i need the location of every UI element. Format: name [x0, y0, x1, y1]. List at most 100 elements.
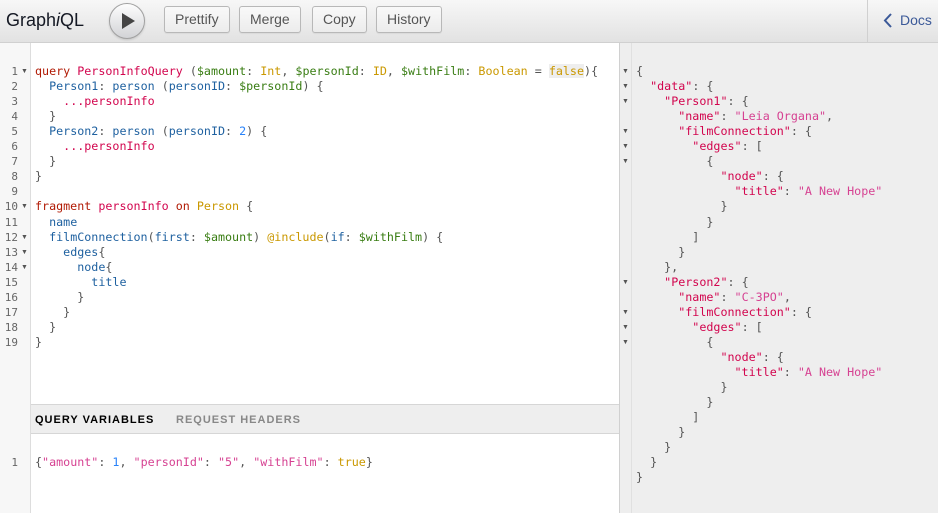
fold-arrow-icon[interactable]: ▼	[21, 245, 28, 260]
code-token: (	[182, 64, 197, 78]
fold-arrow-icon[interactable]: ▼	[622, 139, 629, 154]
prettify-button[interactable]: Prettify	[164, 6, 230, 33]
code-line[interactable]: name	[35, 215, 77, 230]
line-number: 8	[11, 170, 18, 184]
line-number: 10	[4, 200, 18, 214]
fold-arrow-icon[interactable]: ▼	[622, 335, 629, 350]
fold-arrow-icon[interactable]: ▼	[21, 230, 28, 245]
result-line: "Person1": {	[636, 94, 748, 109]
result-line: "node": {	[636, 350, 783, 365]
code-token: },	[636, 259, 679, 274]
code-line[interactable]: }	[35, 320, 56, 335]
line-number: 2	[11, 80, 18, 94]
result-line: },	[636, 260, 678, 275]
code-line[interactable]: fragment personInfo on Person {	[35, 199, 253, 214]
code-line[interactable]: edges{	[35, 245, 105, 260]
code-token: }	[636, 395, 714, 410]
line-number: 14	[4, 260, 18, 274]
fold-arrow-icon[interactable]: ▼	[622, 64, 629, 79]
fold-arrow-icon[interactable]: ▼	[21, 199, 28, 214]
fold-arrow-icon[interactable]: ▼	[622, 305, 629, 320]
fold-arrow-icon[interactable]: ▼	[622, 94, 629, 109]
result-line: {	[636, 335, 713, 350]
code-token: ) {	[422, 229, 444, 244]
code-token: Person2	[49, 124, 99, 139]
code-line[interactable]: }	[35, 290, 84, 305]
fold-arrow-icon[interactable]: ▼	[622, 275, 629, 290]
code-line[interactable]: Person2: person (personID: 2) {	[35, 124, 267, 139]
code-line[interactable]: node{	[35, 260, 112, 275]
code-token: Person	[196, 199, 240, 214]
code-token: personID	[168, 124, 226, 139]
code-token: : [	[741, 139, 763, 154]
line-number: 7	[11, 155, 18, 169]
copy-button[interactable]: Copy	[312, 6, 367, 33]
merge-button[interactable]: Merge	[239, 6, 301, 33]
code-line[interactable]: }	[35, 109, 56, 124]
code-token: :	[464, 64, 479, 78]
fold-arrow-icon[interactable]: ▼	[21, 64, 28, 79]
docs-button[interactable]: Docs	[867, 0, 938, 43]
code-token: :	[323, 455, 338, 469]
code-line[interactable]: ...personInfo	[35, 94, 155, 109]
fold-arrow-icon[interactable]: ▼	[622, 124, 629, 139]
code-line[interactable]: }	[35, 335, 42, 350]
fold-arrow-icon[interactable]: ▼	[21, 260, 28, 275]
line-number: 15	[4, 275, 18, 289]
fold-arrow-icon[interactable]: ▼	[622, 154, 629, 169]
tab-request-headers[interactable]: REQUEST HEADERS	[176, 414, 301, 426]
result-line: }	[636, 380, 727, 395]
code-token: :	[225, 79, 240, 94]
line-number: 1	[11, 456, 18, 469]
line-number: 11	[4, 215, 18, 229]
line-number: 17	[4, 305, 18, 319]
code-token: ,	[119, 455, 134, 469]
code-token: ){	[584, 64, 599, 78]
execute-query-button[interactable]	[109, 3, 145, 39]
code-line[interactable]: ...personInfo	[35, 139, 154, 154]
code-token: : [	[741, 319, 763, 334]
code-line[interactable]: }	[35, 305, 70, 320]
code-token: }	[35, 289, 85, 304]
code-line[interactable]: Person1: person (personID: $personId) {	[35, 79, 324, 94]
variables-tabs-bar: QUERY VARIABLES REQUEST HEADERS	[31, 404, 619, 434]
code-token: "A New Hope"	[797, 184, 883, 199]
code-token: {	[636, 64, 644, 78]
fold-arrow-icon[interactable]: ▼	[622, 320, 629, 335]
code-line[interactable]: }	[35, 154, 56, 169]
result-line: "edges": [	[636, 319, 763, 335]
code-token: "filmConnection"	[678, 124, 791, 139]
line-number: 12	[4, 230, 18, 244]
tab-query-variables[interactable]: QUERY VARIABLES	[35, 414, 154, 426]
code-line[interactable]: filmConnection(first: $amount) @include(…	[35, 230, 443, 245]
code-token: :	[203, 455, 218, 469]
variables-editor-gutter	[0, 434, 31, 513]
code-line[interactable]: title	[35, 275, 126, 290]
code-token: ...personInfo	[63, 94, 155, 109]
code-token: "personId"	[133, 455, 204, 469]
fold-arrow-icon[interactable]: ▼	[622, 79, 629, 94]
code-token: }	[636, 214, 714, 229]
result-line: "title": "A New Hope"	[636, 365, 883, 380]
code-token: PersonInfoQuery	[77, 64, 183, 78]
code-token: "A New Hope"	[797, 365, 883, 379]
code-line[interactable]: }	[35, 169, 42, 184]
result-line: {	[636, 64, 643, 79]
result-line: }	[636, 470, 643, 485]
code-token: "name"	[678, 289, 721, 304]
line-number: 4	[11, 110, 18, 124]
docs-label: Docs	[900, 12, 932, 28]
line-number: 5	[11, 125, 18, 139]
code-line[interactable]: {"amount": 1, "personId": "5", "withFilm…	[35, 455, 373, 470]
toolbar: GraphiQL Prettify Merge Copy History Doc…	[0, 0, 938, 43]
history-button[interactable]: History	[376, 6, 442, 33]
code-line[interactable]: query PersonInfoQuery ($amount: Int, $pe…	[35, 64, 598, 79]
code-token: )	[253, 229, 268, 244]
